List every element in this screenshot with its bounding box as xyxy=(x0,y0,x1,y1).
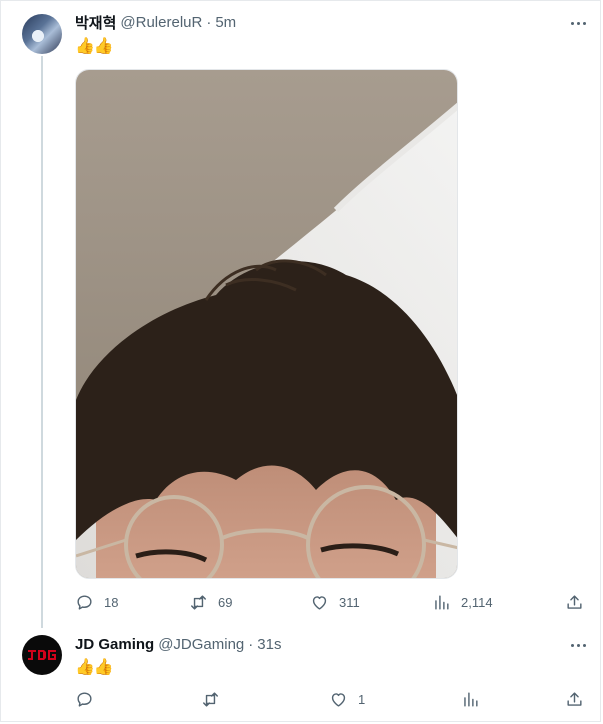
like-button[interactable]: 1 xyxy=(329,688,365,710)
separator-dot: · xyxy=(206,13,212,31)
like-icon xyxy=(312,595,327,610)
tweet-text: 👍👍 xyxy=(75,38,114,55)
thread-connector-line xyxy=(41,56,43,628)
share-button[interactable] xyxy=(565,688,584,710)
views-button[interactable] xyxy=(461,688,480,710)
separator-dot: · xyxy=(248,635,254,653)
tweet-header: 박재혁 @RulereluR · 5m xyxy=(75,12,236,32)
like-count: 1 xyxy=(358,691,366,707)
timestamp[interactable]: 31s xyxy=(257,636,281,653)
avatar-ruler[interactable] xyxy=(22,14,62,54)
views-button[interactable]: 2,114 xyxy=(432,591,493,613)
jdg-logo-icon xyxy=(28,650,56,660)
more-horizontal-icon[interactable] xyxy=(568,635,588,655)
display-name[interactable]: 박재혁 xyxy=(75,12,116,33)
tweet-actions: 18 69 311 2,114 xyxy=(75,591,585,613)
share-icon xyxy=(567,594,582,609)
views-count: 2,114 xyxy=(461,594,493,610)
tweet-text: 👍👍 xyxy=(75,659,114,676)
views-icon xyxy=(464,691,478,707)
reply-button[interactable] xyxy=(75,688,94,710)
selfie-image xyxy=(76,70,457,578)
tweet-photo[interactable] xyxy=(75,69,458,579)
avatar-jdgaming[interactable] xyxy=(22,635,62,675)
views-icon xyxy=(435,594,449,610)
tweet-header: JD Gaming @JDGaming · 31s xyxy=(75,634,281,654)
retweet-icon xyxy=(191,594,206,610)
reply-count: 18 xyxy=(104,594,119,610)
retweet-count: 69 xyxy=(218,594,233,610)
reply-icon xyxy=(77,594,92,610)
timestamp[interactable]: 5m xyxy=(215,14,236,31)
like-button[interactable]: 311 xyxy=(310,591,360,613)
user-handle[interactable]: @JDGaming xyxy=(158,636,244,653)
like-count: 311 xyxy=(339,594,360,610)
retweet-button[interactable] xyxy=(201,688,220,710)
retweet-icon xyxy=(203,691,218,707)
display-name[interactable]: JD Gaming xyxy=(75,636,154,653)
tweet-actions: 1 xyxy=(75,688,585,710)
retweet-button[interactable]: 69 xyxy=(189,591,232,613)
share-icon xyxy=(567,691,582,706)
user-handle[interactable]: @RulereluR xyxy=(120,14,202,31)
like-icon xyxy=(331,692,346,707)
reply-icon xyxy=(77,691,92,707)
share-button[interactable] xyxy=(565,591,584,613)
more-horizontal-icon[interactable] xyxy=(568,13,588,33)
reply-button[interactable]: 18 xyxy=(75,591,118,613)
